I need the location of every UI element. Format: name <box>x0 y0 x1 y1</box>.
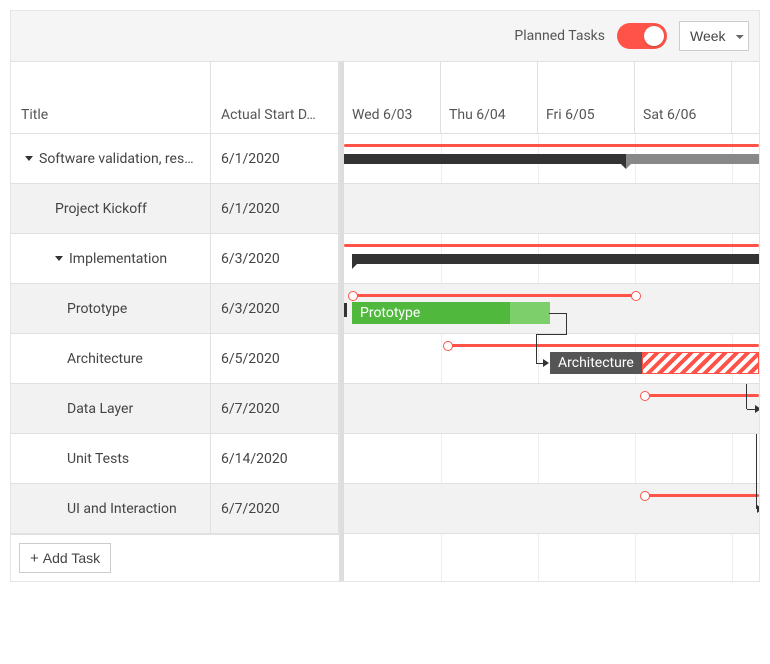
task-start: 6/3/2020 <box>211 234 339 283</box>
table-row[interactable]: UI and Interaction 6/7/2020 <box>11 484 339 534</box>
summary-bar[interactable] <box>352 254 759 264</box>
planned-bar[interactable] <box>447 344 759 347</box>
dependency-link <box>536 334 537 363</box>
add-task-button[interactable]: + Add Task <box>19 543 111 573</box>
planned-bar[interactable] <box>344 244 759 247</box>
caret-down-icon[interactable] <box>55 256 63 261</box>
timeline-day: Thu 6/04 <box>441 62 538 133</box>
task-title: Project Kickoff <box>55 201 147 217</box>
dependency-link <box>566 313 567 334</box>
task-start: 6/7/2020 <box>211 384 339 433</box>
task-title: Software validation, res… <box>39 151 194 167</box>
table-row[interactable]: Prototype 6/3/2020 <box>11 284 339 334</box>
task-table: Title Actual Start D… Software validatio… <box>11 62 340 581</box>
task-start: 6/5/2020 <box>211 334 339 383</box>
task-start: 6/14/2020 <box>211 434 339 483</box>
timeline-day: Sat 6/06 <box>635 62 732 133</box>
dependency-link <box>746 384 747 409</box>
task-bar-prototype[interactable]: Prototype <box>352 302 550 324</box>
planned-bar[interactable] <box>344 144 759 147</box>
task-title: Data Layer <box>67 401 133 417</box>
dependency-link <box>756 434 757 484</box>
actual-start-marker <box>344 303 347 317</box>
task-start: 6/1/2020 <box>211 134 339 183</box>
task-title: UI and Interaction <box>67 501 177 517</box>
summary-bar-progress <box>626 154 759 164</box>
arrow-right-icon <box>755 405 759 413</box>
table-row[interactable]: Software validation, res… 6/1/2020 <box>11 134 339 184</box>
table-row[interactable]: Data Layer 6/7/2020 <box>11 384 339 434</box>
timescale-select[interactable]: Week <box>679 21 749 51</box>
timeline-row <box>344 484 759 534</box>
plus-icon: + <box>30 551 39 566</box>
caret-down-icon[interactable] <box>25 156 33 161</box>
planned-bar[interactable] <box>352 294 637 297</box>
timeline-row <box>344 234 759 284</box>
task-title: Implementation <box>69 251 167 267</box>
timeline-day: Wed 6/03 <box>344 62 441 133</box>
timeline-row: Prototype <box>344 284 759 334</box>
task-start: 6/3/2020 <box>211 284 339 333</box>
task-bar-architecture-remaining[interactable] <box>642 352 759 374</box>
arrow-right-icon <box>757 505 759 513</box>
task-start: 6/7/2020 <box>211 484 339 533</box>
gantt-timeline[interactable]: Wed 6/03 Thu 6/04 Fri 6/05 Sat 6/06 <box>340 62 759 581</box>
table-row[interactable]: Implementation 6/3/2020 <box>11 234 339 284</box>
task-bar-architecture[interactable]: Architecture <box>550 352 642 374</box>
table-row[interactable]: Project Kickoff 6/1/2020 <box>11 184 339 234</box>
planned-tasks-toggle[interactable] <box>617 23 667 49</box>
task-table-footer: + Add Task <box>11 534 339 581</box>
dependency-link <box>549 313 566 314</box>
table-row[interactable]: Architecture 6/5/2020 <box>11 334 339 384</box>
planned-bar[interactable] <box>644 494 759 497</box>
column-header-actual-start[interactable]: Actual Start D… <box>211 62 339 133</box>
gantt-toolbar: Planned Tasks Week <box>11 11 759 61</box>
task-title: Unit Tests <box>67 451 129 467</box>
arrow-right-icon <box>543 359 549 367</box>
planned-bar[interactable] <box>644 394 759 397</box>
dependency-link <box>747 409 755 410</box>
table-row[interactable]: Unit Tests 6/14/2020 <box>11 434 339 484</box>
task-table-header: Title Actual Start D… <box>11 62 339 134</box>
task-title: Prototype <box>67 301 127 317</box>
timeline-day: Fri 6/05 <box>538 62 635 133</box>
timeline-row: Architecture <box>344 334 759 384</box>
task-title: Architecture <box>67 351 143 367</box>
task-start: 6/1/2020 <box>211 184 339 233</box>
timeline-row <box>344 184 759 234</box>
gantt-grid: Title Actual Start D… Software validatio… <box>11 61 759 581</box>
planned-tasks-label: Planned Tasks <box>514 28 605 44</box>
timeline-row <box>344 434 759 484</box>
timeline-header: Wed 6/03 Thu 6/04 Fri 6/05 Sat 6/06 <box>344 62 759 134</box>
summary-bar[interactable] <box>344 154 626 164</box>
timeline-row <box>344 134 759 184</box>
column-header-title[interactable]: Title <box>11 62 211 133</box>
timeline-row <box>344 384 759 434</box>
